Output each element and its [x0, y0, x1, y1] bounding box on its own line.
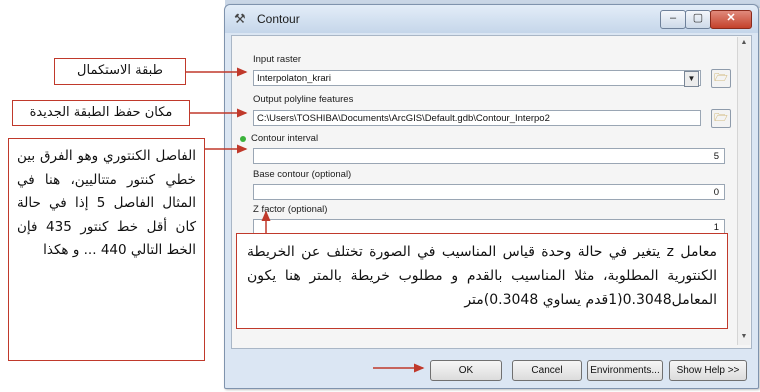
scroll-down-icon[interactable]: ▼ [739, 333, 749, 340]
dialog-footer: OK Cancel Environments... Show Help >> [231, 350, 750, 384]
base-contour-label: Base contour (optional) [253, 169, 352, 180]
input-raster-field[interactable]: Interpolaton_krari [253, 70, 701, 86]
z-factor-label: Z factor (optional) [253, 204, 328, 215]
contour-dialog: ⚒ Contour – ▢ ✕ Input raster Interpolato… [224, 4, 759, 389]
browse-input-folder-icon[interactable]: 🗁 [711, 69, 731, 88]
environments-button[interactable]: Environments... [587, 360, 663, 381]
contour-interval-field[interactable]: 5 [253, 148, 725, 164]
vertical-scrollbar[interactable]: ▲ ▼ [737, 37, 750, 345]
close-button[interactable]: ✕ [710, 10, 752, 29]
input-raster-label: Input raster [253, 54, 302, 65]
z-factor-annotation: معامل z يتغير في حالة وحدة قياس المناسيب… [236, 233, 728, 329]
required-valid-dot-icon [240, 136, 246, 142]
minimize-button[interactable]: – [660, 10, 686, 29]
ok-button[interactable]: OK [430, 360, 502, 381]
output-features-label: Output polyline features [253, 94, 354, 105]
browse-output-folder-icon[interactable]: 🗁 [711, 109, 731, 128]
contour-interval-annotation: الفاصل الكنتوري وهو الفرق بين خطي كنتور … [8, 138, 205, 361]
chevron-down-icon[interactable]: ▼ [684, 71, 699, 87]
window-title: Contour [257, 12, 300, 26]
hammer-icon: ⚒ [234, 11, 246, 26]
save-location-annotation: مكان حفظ الطبقة الجديدة [12, 100, 190, 126]
contour-interval-label: Contour interval [251, 133, 319, 144]
title-bar[interactable]: ⚒ Contour – ▢ ✕ [225, 5, 758, 33]
scroll-up-icon[interactable]: ▲ [739, 39, 749, 46]
base-contour-field[interactable]: 0 [253, 184, 725, 200]
output-features-field[interactable]: C:\Users\TOSHIBA\Documents\ArcGIS\Defaul… [253, 110, 701, 126]
cancel-button[interactable]: Cancel [512, 360, 582, 381]
maximize-button[interactable]: ▢ [685, 10, 711, 29]
input-layer-annotation: طبقة الاستكمال [54, 58, 186, 85]
show-help-button[interactable]: Show Help >> [669, 360, 747, 381]
